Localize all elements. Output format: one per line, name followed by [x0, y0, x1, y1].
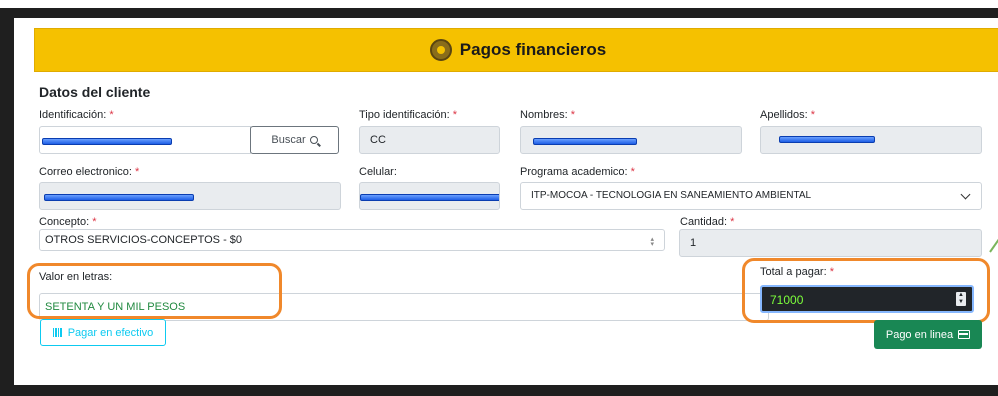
page-title: Pagos financieros	[459, 40, 607, 59]
credit-card-icon	[958, 330, 971, 339]
tipo-identificacion-label: Tipo identificación: *	[359, 109, 458, 121]
correo-label: Correo electronico: *	[39, 166, 140, 178]
concepto-value: OTROS SERVICIOS-CONCEPTOS - $0	[45, 234, 243, 246]
select-arrows-icon: ▴ ▾	[650, 236, 654, 248]
page-banner: Pagos financieros	[34, 28, 998, 72]
redacted-block	[42, 138, 172, 145]
barcode-icon	[52, 328, 63, 337]
chevron-down-icon	[960, 189, 971, 200]
cantidad-label: Cantidad: *	[680, 216, 735, 228]
pago-linea-label: Pago en linea	[885, 328, 954, 341]
pagar-efectivo-label: Pagar en efectivo	[67, 326, 154, 339]
tipo-identificacion-value: CC	[370, 134, 386, 146]
programa-select[interactable]: ITP-MOCOA - TECNOLOGIA EN SANEAMIENTO AM…	[520, 182, 982, 210]
window-top-bar	[0, 0, 998, 18]
buscar-button[interactable]: Buscar	[250, 126, 339, 154]
highlight-valor-letras	[27, 263, 282, 319]
nombres-field[interactable]	[520, 126, 742, 154]
highlight-total	[742, 258, 990, 323]
redacted-block	[779, 136, 875, 143]
nombres-label: Nombres: *	[520, 109, 576, 121]
redacted-block	[44, 194, 194, 201]
celular-label: Celular:	[359, 166, 397, 178]
window-left-border	[0, 8, 14, 396]
identificacion-input[interactable]	[39, 126, 251, 154]
redacted-block	[360, 194, 499, 201]
apellidos-label: Apellidos: *	[760, 109, 816, 121]
section-title: Datos del cliente	[39, 84, 151, 100]
institution-logo-icon	[429, 39, 452, 61]
pago-linea-button[interactable]: Pago en linea	[874, 320, 982, 349]
redacted-block	[533, 138, 637, 145]
correo-field[interactable]	[39, 182, 341, 210]
pagar-efectivo-button[interactable]: Pagar en efectivo	[40, 319, 166, 346]
annotation-arrow	[989, 226, 998, 253]
concepto-label: Concepto: *	[39, 216, 97, 228]
identificacion-label: Identificación: *	[39, 109, 114, 121]
cantidad-field[interactable]: 1	[679, 229, 982, 257]
window-bottom-border	[0, 385, 998, 396]
payment-card: Pagos financieros Datos del cliente Iden…	[14, 18, 998, 385]
apellidos-field[interactable]	[760, 126, 982, 154]
celular-field[interactable]	[359, 182, 500, 210]
cantidad-value: 1	[690, 237, 697, 249]
search-icon	[309, 136, 318, 144]
tipo-identificacion-field[interactable]: CC	[359, 126, 500, 154]
concepto-select[interactable]: OTROS SERVICIOS-CONCEPTOS - $0 ▴ ▾	[39, 229, 665, 251]
buscar-label: Buscar	[271, 134, 306, 146]
programa-value: ITP-MOCOA - TECNOLOGIA EN SANEAMIENTO AM…	[531, 190, 812, 201]
programa-label: Programa academico: *	[520, 166, 635, 178]
